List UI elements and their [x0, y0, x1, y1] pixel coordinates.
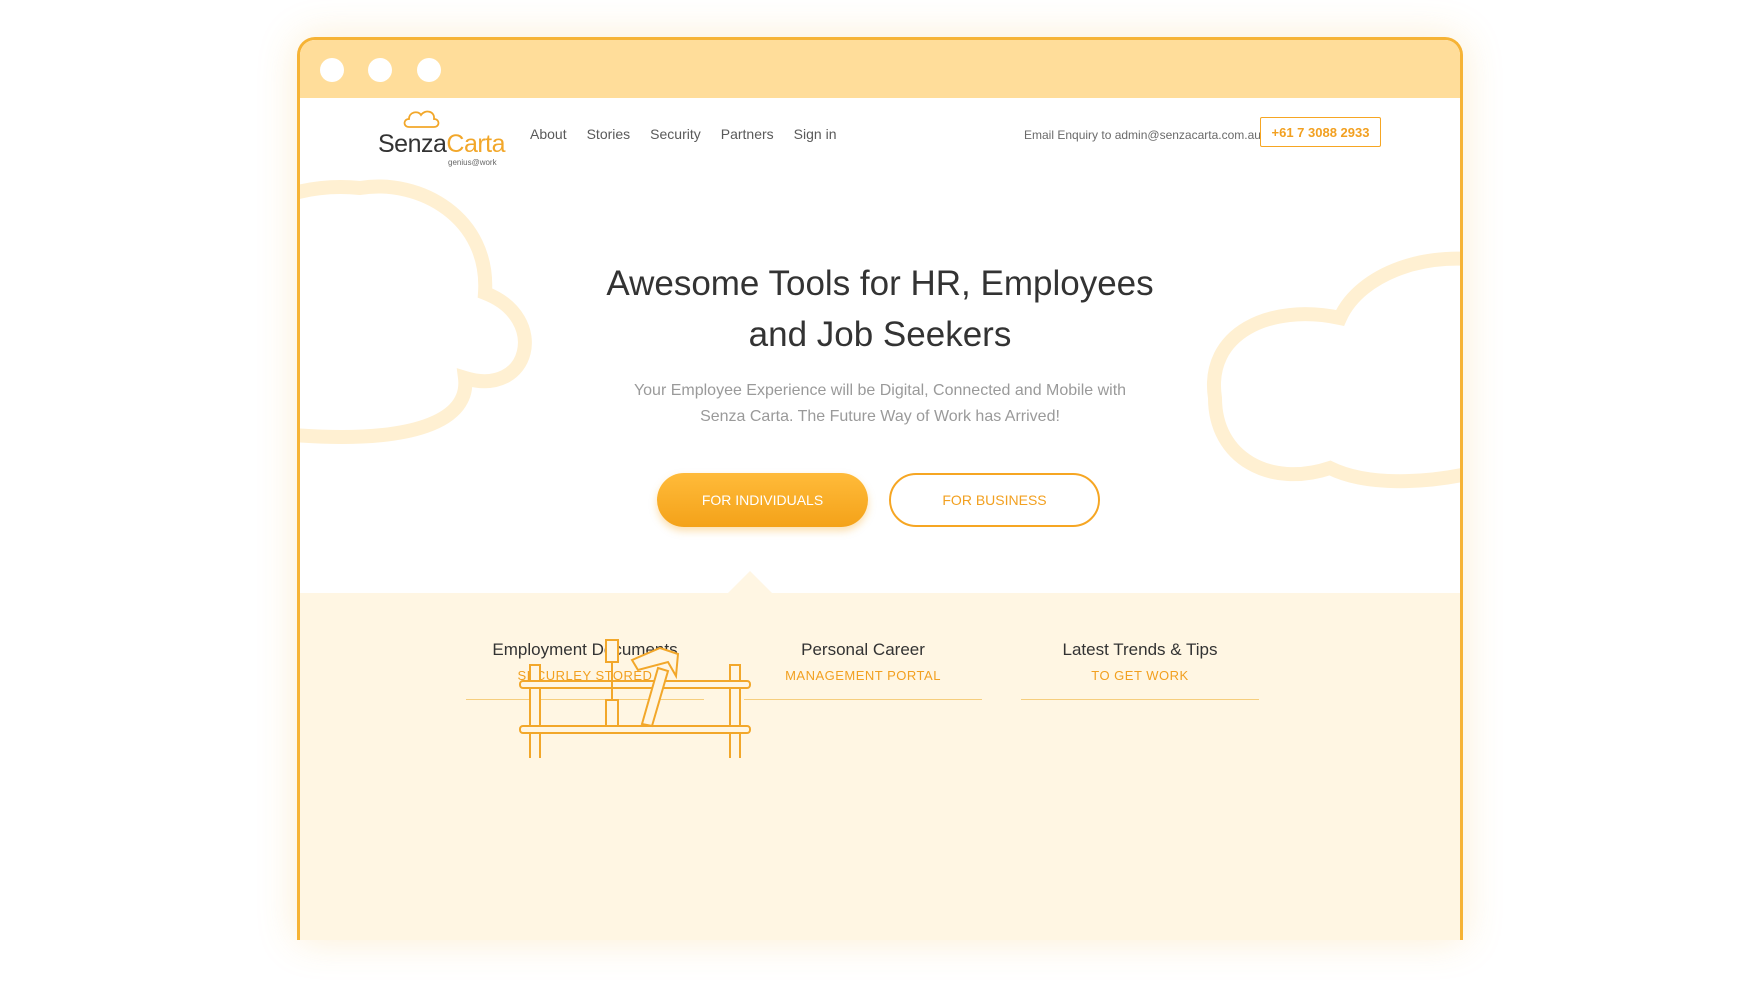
hero-subtitle-line-1: Your Employee Experience will be Digital… — [633, 382, 1127, 399]
nav-about[interactable]: About — [530, 126, 567, 142]
nav-links: About Stories Security Partners Sign in — [530, 126, 836, 142]
feature-title: Latest Trends & Tips — [1062, 640, 1218, 659]
feature-subtitle: MANAGEMENT PORTAL — [785, 668, 941, 683]
logo-tagline: genius@work — [448, 158, 497, 167]
for-business-button[interactable]: FOR BUSINESS — [889, 473, 1100, 527]
email-enquiry-link[interactable]: Email Enquiry to admin@senzacarta.com.au — [1024, 128, 1261, 142]
logo-wordmark: SenzaCarta — [378, 130, 506, 159]
features-pointer — [728, 571, 772, 593]
feature-latest-trends[interactable]: Latest Trends & Tips TO GET WORK — [1021, 640, 1259, 700]
for-individuals-button[interactable]: FOR INDIVIDUALS — [657, 473, 868, 527]
hero-title: Awesome Tools for HR, Employees and Job … — [580, 258, 1180, 360]
toolbox-illustration — [519, 639, 751, 758]
features-section: Employment Documents SECURLEY STORED Per… — [300, 571, 1460, 940]
nav-sign-in[interactable]: Sign in — [794, 126, 837, 142]
top-navigation: SenzaCarta genius@work About Stories Sec… — [300, 98, 1460, 178]
window-dot-close[interactable] — [320, 58, 344, 82]
nav-security[interactable]: Security — [650, 126, 701, 142]
hero-subtitle: Your Employee Experience will be Digital… — [590, 378, 1170, 430]
nav-stories[interactable]: Stories — [587, 126, 631, 142]
feature-subtitle: TO GET WORK — [1091, 668, 1189, 683]
browser-mockup-frame: SenzaCarta genius@work About Stories Sec… — [297, 37, 1463, 940]
logo-senza: Senza — [378, 130, 447, 158]
hero-title-line-1: Awesome Tools for HR, Employees — [606, 264, 1154, 303]
feature-personal-career[interactable]: Personal Career MANAGEMENT PORTAL — [744, 640, 982, 700]
feature-title: Personal Career — [801, 640, 925, 659]
phone-button[interactable]: +61 7 3088 2933 — [1260, 117, 1381, 147]
cloud-logo-icon — [403, 110, 440, 128]
hero-title-line-2: and Job Seekers — [748, 315, 1012, 354]
window-dot-minimize[interactable] — [368, 58, 392, 82]
web-page: SenzaCarta genius@work About Stories Sec… — [300, 98, 1460, 940]
senzacarta-logo[interactable]: SenzaCarta genius@work — [378, 108, 508, 167]
nav-partners[interactable]: Partners — [721, 126, 774, 142]
logo-carta: Carta — [446, 130, 506, 158]
browser-title-bar — [300, 40, 1460, 98]
hero-subtitle-line-2: Senza Carta. The Future Way of Work has … — [700, 408, 1060, 425]
window-dot-maximize[interactable] — [417, 58, 441, 82]
